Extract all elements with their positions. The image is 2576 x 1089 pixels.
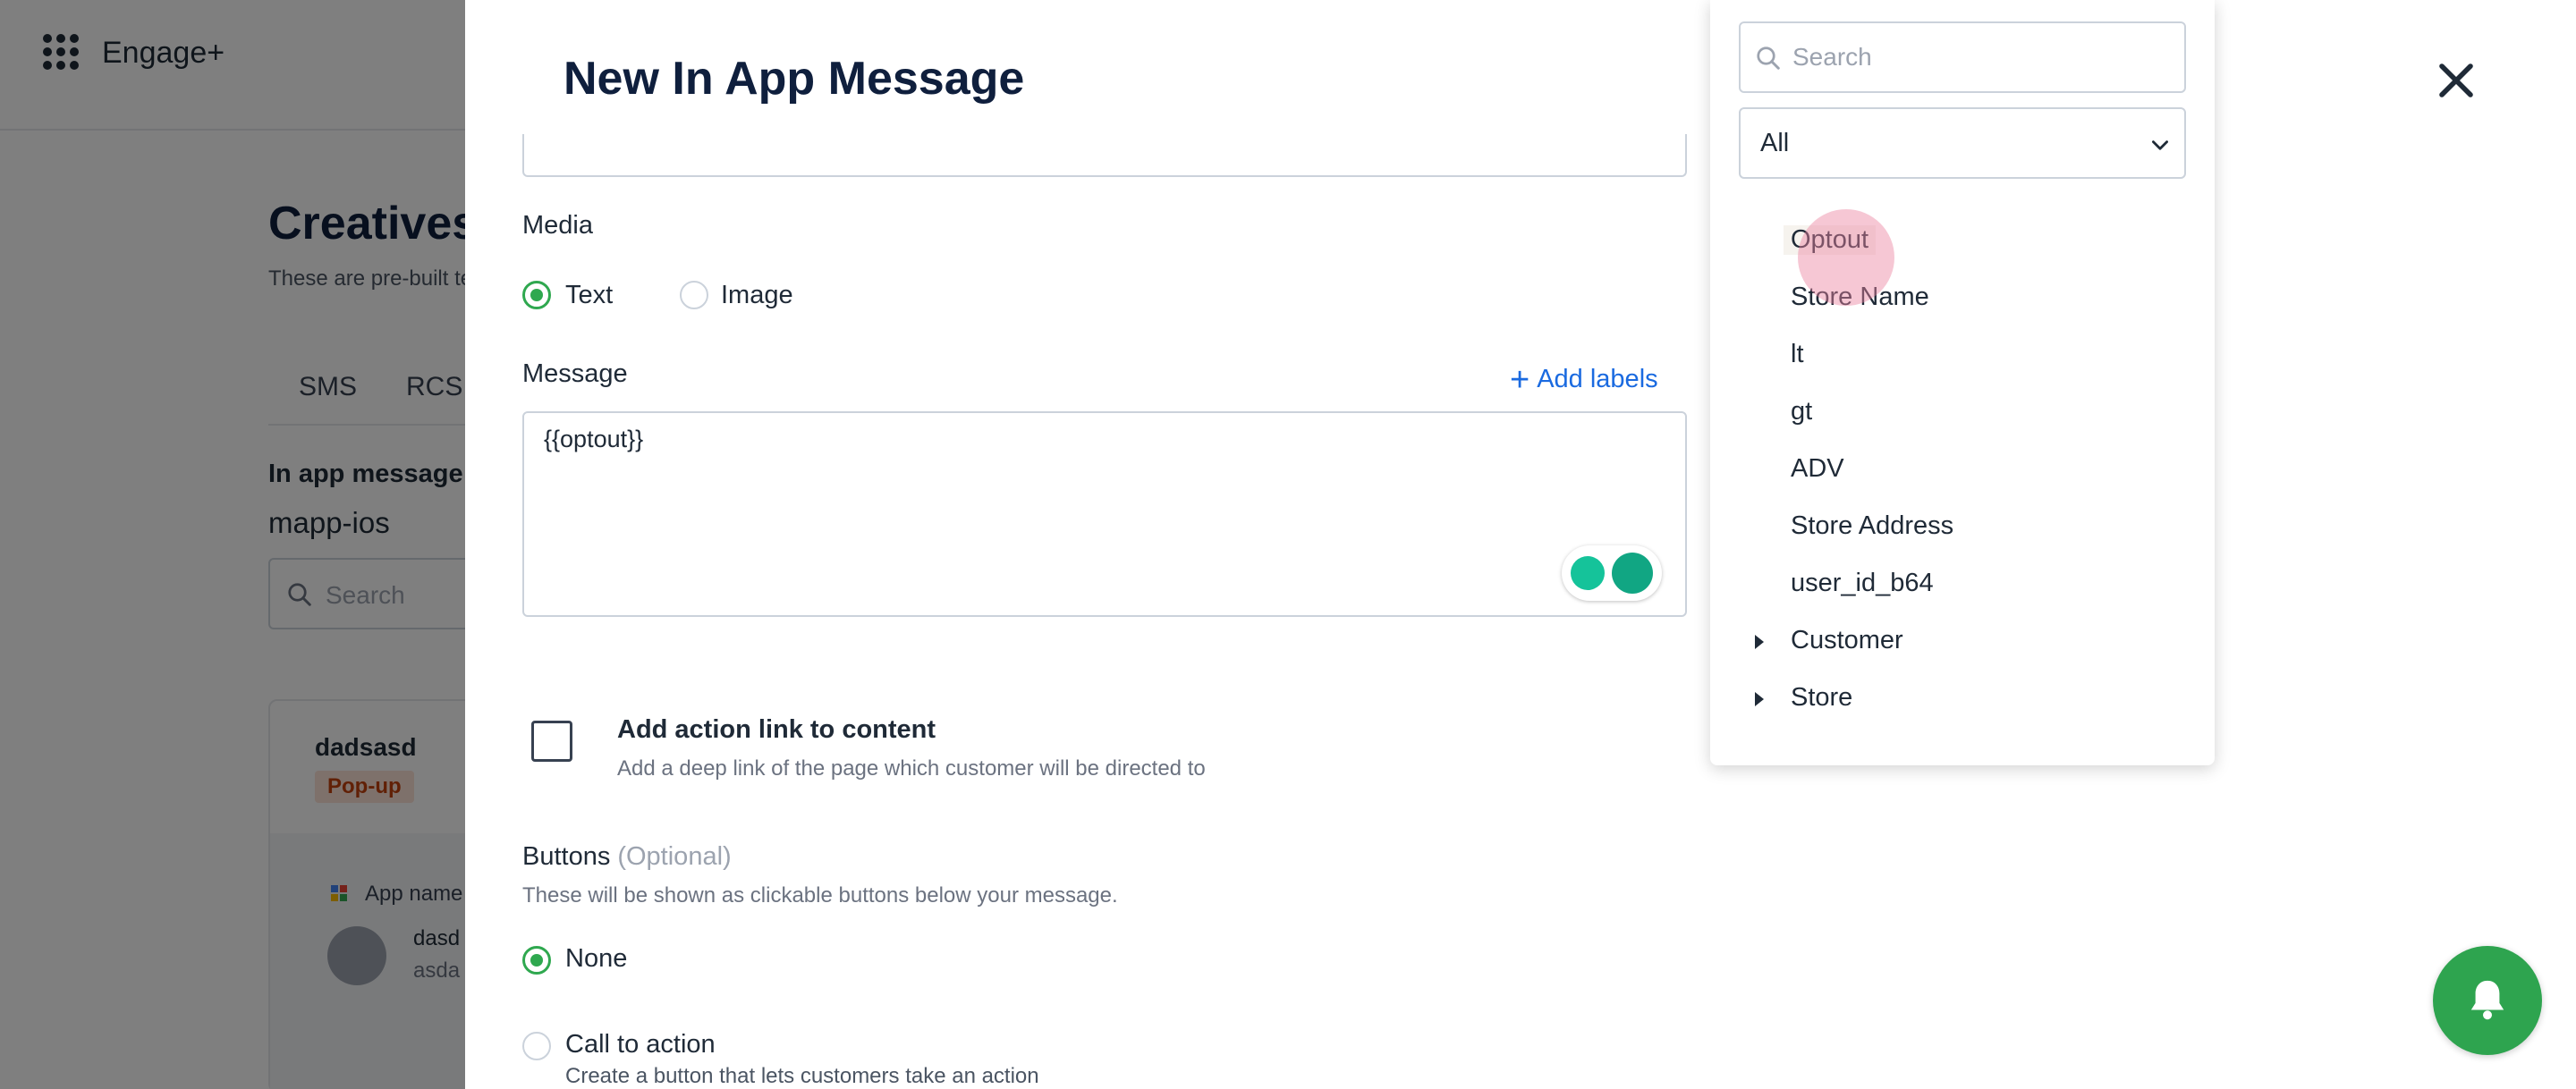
dropdown-filter-select[interactable]: All [1739,107,2186,179]
action-link-subtitle: Add a deep link of the page which custom… [617,756,1206,781]
buttons-optional: (Optional) [617,842,732,871]
add-labels-button[interactable]: + Add labels [1510,358,1658,399]
caret-right-icon[interactable] [1755,692,1764,706]
notifications-button[interactable] [2433,946,2542,1055]
dropdown-item-store-address[interactable]: Store Address [1791,511,1953,541]
caret-right-icon[interactable] [1755,635,1764,649]
buttons-none-radio[interactable] [522,946,551,975]
buttons-title-text: Buttons [522,842,611,871]
buttons-title: Buttons (Optional) [522,842,732,872]
dropdown-group-store[interactable]: Store [1791,683,1852,713]
media-text-radio[interactable] [522,281,551,309]
search-icon [1757,46,1780,70]
message-textarea[interactable]: {{optout}} [522,411,1687,617]
dropdown-item-store-name[interactable]: Store Name [1791,283,1929,312]
dropdown-item-user-id-b64[interactable]: user_id_b64 [1791,569,1934,598]
new-in-app-message-panel: New In App Message Media Text Image Mess… [465,0,2576,1089]
add-labels-text: Add labels [1537,365,1658,393]
grammarly-g-icon[interactable] [1612,553,1653,594]
media-image-radio[interactable] [680,281,708,309]
dropdown-item-optout[interactable]: Optout [1784,225,1877,255]
buttons-subtitle: These will be shown as clickable buttons… [522,883,1118,908]
dropdown-group-customer[interactable]: Customer [1791,626,1903,655]
bell-icon [2470,980,2504,1020]
dropdown-item-gt[interactable]: gt [1791,397,1812,426]
media-text-label[interactable]: Text [565,281,613,310]
buttons-cta-radio[interactable] [522,1032,551,1060]
message-label: Message [522,359,628,388]
cta-subtitle: Create a button that lets customers take… [565,1064,1039,1088]
panel-title: New In App Message [564,53,1025,105]
action-link-checkbox[interactable] [531,721,572,762]
buttons-cta-label[interactable]: Call to action [565,1030,716,1059]
action-link-title: Add action link to content [617,715,936,744]
dropdown-search[interactable] [1739,21,2186,93]
buttons-none-label[interactable]: None [565,944,627,974]
dropdown-search-input[interactable] [1792,39,2168,75]
previous-field[interactable] [522,134,1687,177]
media-label: Media [522,211,593,240]
media-image-label[interactable]: Image [721,281,793,310]
grammarly-icon[interactable] [1562,545,1662,601]
chevron-down-icon [2152,140,2168,150]
message-value: {{optout}} [544,426,644,452]
plus-icon: + [1510,361,1530,399]
personalization-dropdown: All Optout Store Name lt gt ADV Store Ad… [1710,0,2215,765]
grammarly-suggestion-icon[interactable] [1571,556,1605,590]
filter-value: All [1760,129,1790,157]
dropdown-item-adv[interactable]: ADV [1791,454,1844,484]
close-icon[interactable] [2435,59,2478,102]
dropdown-item-lt[interactable]: lt [1791,340,1804,369]
